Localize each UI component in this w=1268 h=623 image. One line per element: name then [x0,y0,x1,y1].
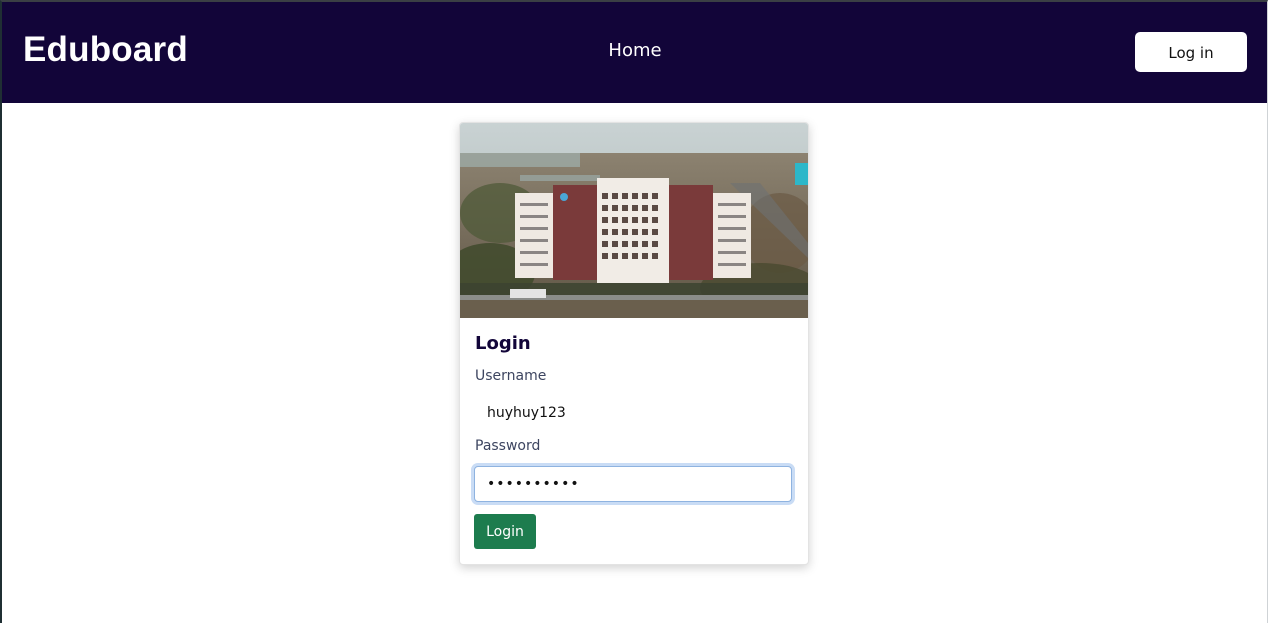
login-submit-button[interactable]: Login [474,514,536,549]
username-field[interactable] [474,395,792,431]
nav-home-link[interactable]: Home [600,39,670,63]
login-title: Login [475,333,531,354]
campus-image [460,123,808,318]
top-navbar: Eduboard Home Log in [2,2,1267,103]
brand-logo[interactable]: Eduboard [23,30,188,70]
username-label: Username [475,368,547,384]
header-login-button[interactable]: Log in [1135,32,1247,72]
browser-viewport: Eduboard Home Log in Login Username huyh… [0,0,1268,623]
password-label: Password [475,438,541,454]
login-card: Login Username Password Login [459,122,809,565]
password-field[interactable] [474,466,792,502]
